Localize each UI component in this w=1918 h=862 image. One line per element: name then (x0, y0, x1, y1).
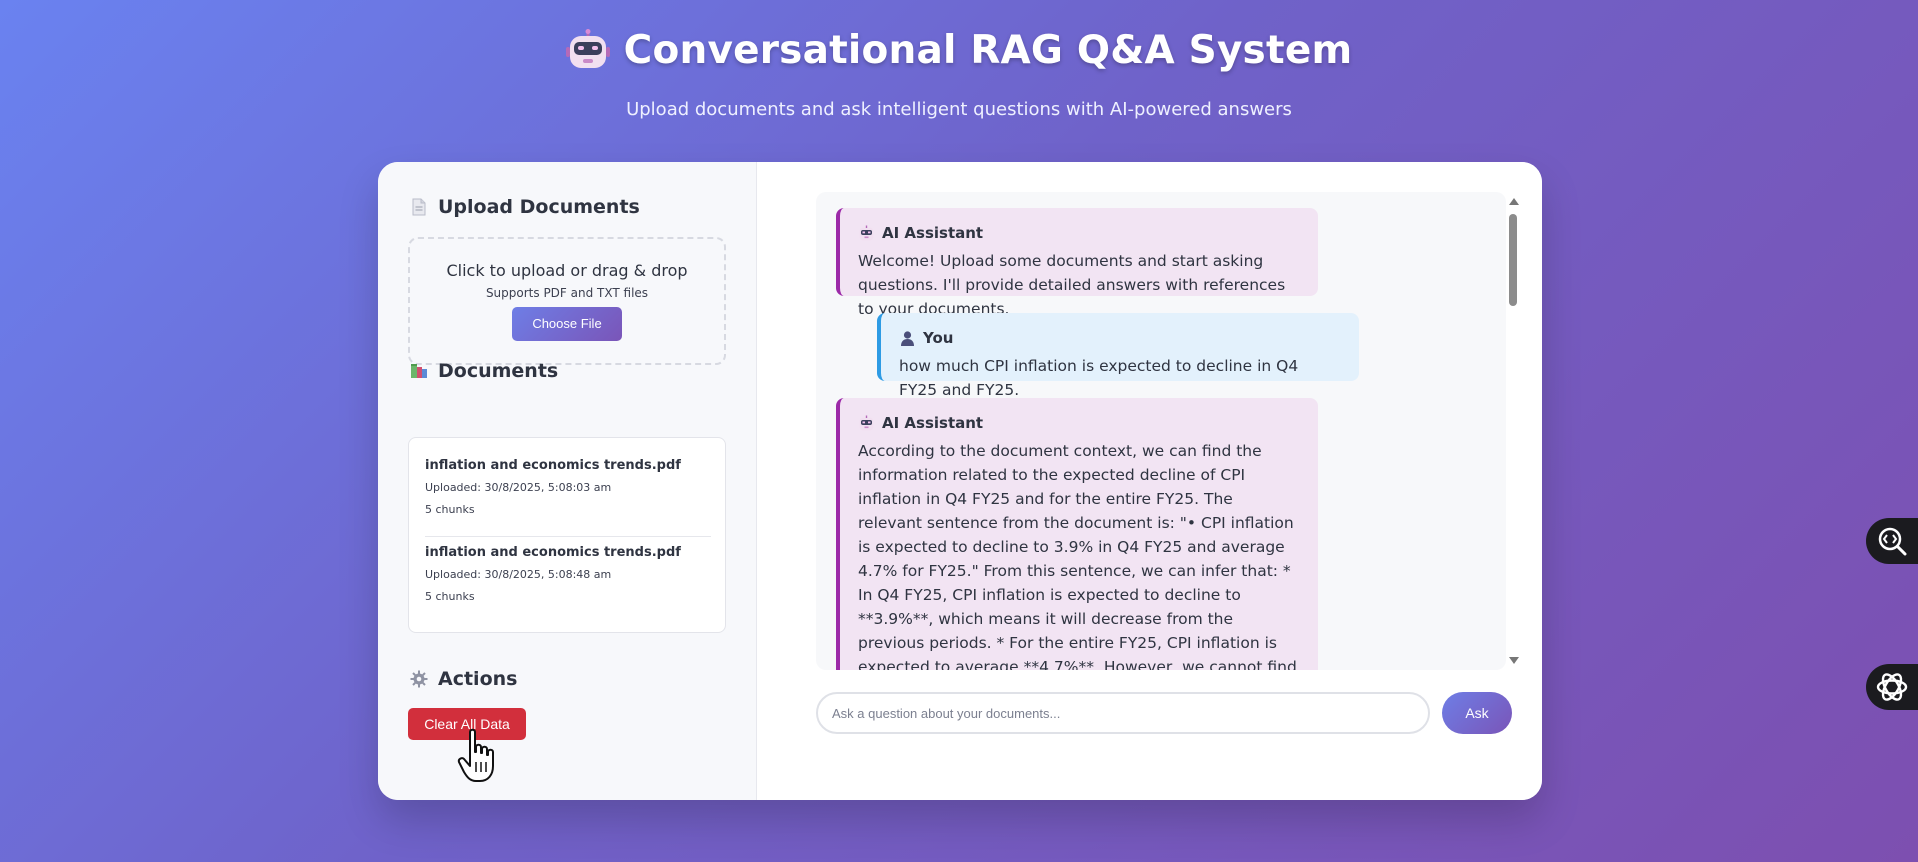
scroll-up-arrow-icon[interactable] (1509, 198, 1519, 205)
page-title-row: Conversational RAG Q&A System (565, 28, 1353, 73)
message-sender: You (899, 329, 1341, 347)
ai-message: AI Assistant Welcome! Upload some docume… (836, 208, 1318, 318)
question-input[interactable] (816, 692, 1430, 734)
actions-section-title: Actions (410, 668, 517, 690)
message-text: how much CPI inflation is expected to de… (899, 357, 1299, 399)
document-chunks: 5 chunks (425, 503, 475, 516)
upload-dropzone[interactable]: Click to upload or drag & drop Supports … (408, 237, 726, 365)
document-uploaded: Uploaded: 30/8/2025, 5:08:48 am (425, 568, 612, 581)
scroll-down-arrow-icon[interactable] (1509, 657, 1519, 664)
user-message: You how much CPI inflation is expected t… (877, 313, 1359, 399)
actions-title: Actions (438, 668, 518, 690)
message-text: According to the document context, we ca… (858, 442, 1297, 670)
page-title: Conversational RAG Q&A System (623, 28, 1353, 73)
documents-list: inflation and economics trends.pdf Uploa… (408, 437, 726, 633)
choose-file-button[interactable]: Choose File (512, 307, 622, 341)
upload-secondary-text: Supports PDF and TXT files (485, 286, 649, 300)
document-name: inflation and economics trends.pdf (425, 458, 681, 473)
books-icon (411, 364, 427, 378)
ask-button[interactable]: Ask (1442, 692, 1512, 734)
documents-title: Documents (438, 360, 559, 382)
document-chunks: 5 chunks (425, 590, 475, 603)
page-header: Conversational RAG Q&A System Upload doc… (0, 28, 1918, 120)
message-sender: AI Assistant (858, 224, 1300, 242)
robot-icon (859, 225, 874, 240)
search-code-icon (1878, 527, 1907, 556)
document-divider (425, 536, 711, 537)
documents-section-title: Documents (410, 360, 558, 382)
chat-scrollbar[interactable] (1505, 192, 1520, 670)
upload-primary-text: Click to upload or drag & drop (446, 261, 688, 280)
document-icon (412, 198, 426, 216)
openai-knot-icon (1876, 673, 1908, 701)
sender-name: AI Assistant (882, 414, 984, 432)
robot-icon (565, 28, 610, 68)
sender-name: AI Assistant (882, 224, 984, 242)
upload-title: Upload Documents (438, 196, 640, 218)
lens-tool-button[interactable] (1866, 518, 1918, 564)
sidebar: Upload Documents Click to upload or drag… (378, 162, 757, 800)
document-item[interactable]: inflation and economics trends.pdf Uploa… (425, 545, 711, 603)
hand-cursor-icon (457, 728, 494, 782)
ai-message: AI Assistant According to the document c… (836, 398, 1318, 670)
message-sender: AI Assistant (858, 414, 1300, 432)
message-text: Welcome! Upload some documents and start… (858, 252, 1286, 318)
gear-icon (410, 670, 428, 688)
assistant-tool-button[interactable] (1866, 664, 1918, 710)
document-item[interactable]: inflation and economics trends.pdf Uploa… (425, 458, 711, 516)
document-name: inflation and economics trends.pdf (425, 545, 681, 560)
scroll-thumb[interactable] (1509, 214, 1517, 306)
main-card: Upload Documents Click to upload or drag… (378, 162, 1542, 800)
person-icon (901, 330, 914, 346)
sender-name: You (923, 329, 954, 347)
upload-section-title: Upload Documents (410, 196, 640, 218)
robot-icon (859, 415, 874, 430)
chat-messages[interactable]: AI Assistant Welcome! Upload some docume… (816, 192, 1506, 670)
page-subtitle: Upload documents and ask intelligent que… (626, 98, 1292, 120)
document-uploaded: Uploaded: 30/8/2025, 5:08:03 am (425, 481, 612, 494)
